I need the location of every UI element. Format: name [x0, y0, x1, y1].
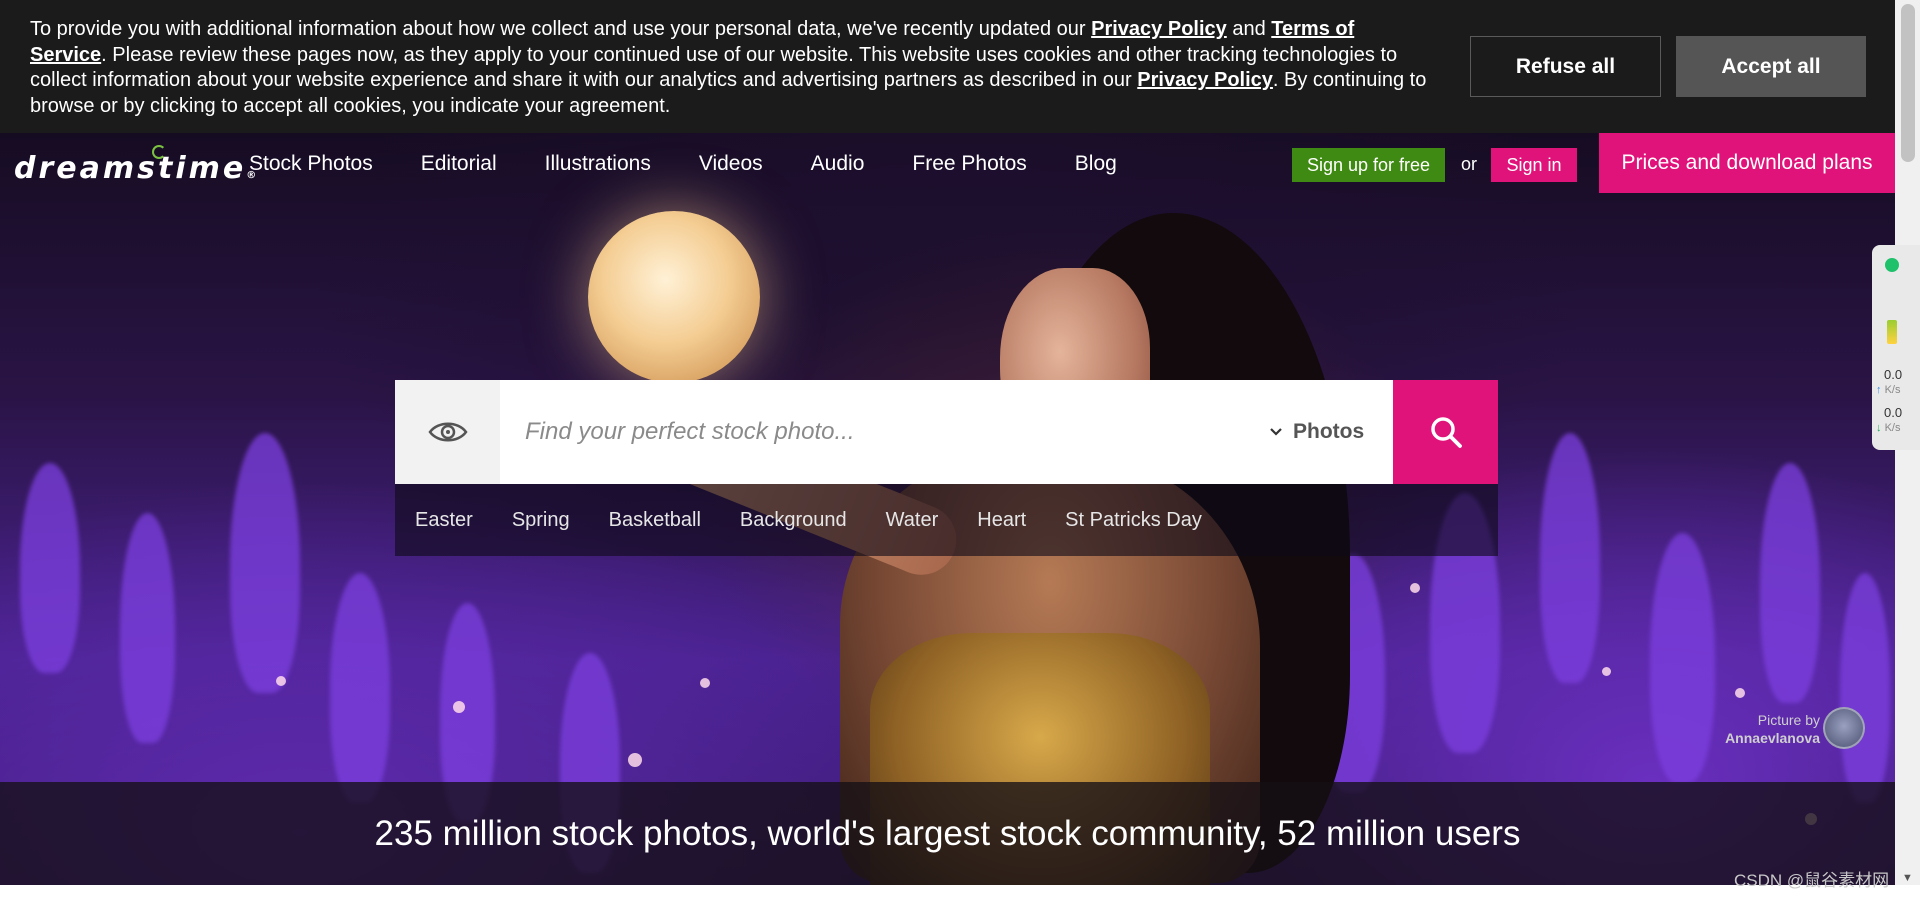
tag-basketball[interactable]: Basketball — [609, 509, 701, 532]
cookie-text-part: and — [1226, 18, 1272, 40]
nav-link-stock-photos[interactable]: Stock Photos — [249, 152, 373, 176]
tag-heart[interactable]: Heart — [977, 509, 1026, 532]
refuse-all-button[interactable]: Refuse all — [1470, 36, 1661, 97]
nav-link-free-photos[interactable]: Free Photos — [912, 152, 1026, 176]
page-bottom-strip — [0, 885, 1920, 898]
lavender-flower — [20, 463, 80, 673]
status-dot-icon — [1885, 258, 1899, 272]
scroll-down-arrow-icon[interactable]: ▼ — [1902, 872, 1913, 884]
upload-speed-unit: ↑ K/s — [1876, 384, 1900, 396]
bokeh-light — [453, 701, 465, 713]
scrollbar-thumb[interactable] — [1901, 4, 1915, 162]
main-navigation: dreamstime® Stock Photos Editorial Illus… — [0, 133, 1895, 195]
cookie-notice-text: To provide you with additional informati… — [30, 17, 1430, 119]
upload-unit-label: K/s — [1884, 384, 1901, 396]
bokeh-light — [1602, 667, 1611, 676]
tag-background[interactable]: Background — [740, 509, 847, 532]
nav-link-illustrations[interactable]: Illustrations — [545, 152, 651, 176]
chevron-down-icon — [1270, 428, 1282, 436]
search-type-select[interactable]: Photos — [1261, 380, 1393, 484]
nav-link-audio[interactable]: Audio — [811, 152, 865, 176]
search-type-label: Photos — [1293, 420, 1365, 443]
privacy-policy-link-2[interactable]: Privacy Policy — [1137, 69, 1273, 91]
bokeh-light — [1735, 688, 1745, 698]
cookie-text-part: To provide you with additional informati… — [30, 18, 1092, 40]
photo-credit: Picture by Annaevlanova — [1690, 711, 1820, 747]
download-speed-unit: ↓ K/s — [1876, 422, 1900, 434]
bokeh-light — [700, 678, 710, 688]
cookie-consent-banner: To provide you with additional informati… — [0, 0, 1895, 133]
visual-search-button[interactable] — [395, 380, 500, 484]
accept-all-button[interactable]: Accept all — [1676, 36, 1866, 97]
search-submit-button[interactable] — [1393, 380, 1498, 484]
nav-link-editorial[interactable]: Editorial — [421, 152, 497, 176]
tag-st-patricks-day[interactable]: St Patricks Day — [1065, 509, 1202, 532]
tag-spring[interactable]: Spring — [512, 509, 570, 532]
photo-credit-label: Picture by — [1757, 712, 1820, 728]
download-speed-value: 0.0 — [1884, 405, 1903, 420]
photo-credit-author[interactable]: Annaevlanova — [1690, 729, 1820, 747]
nav-link-videos[interactable]: Videos — [699, 152, 763, 176]
prices-plans-button[interactable]: Prices and download plans — [1599, 133, 1895, 193]
eye-icon — [427, 422, 468, 442]
usage-bar-icon — [1887, 320, 1897, 344]
lavender-flower — [1540, 433, 1600, 683]
search-input[interactable] — [500, 380, 1261, 484]
nav-link-blog[interactable]: Blog — [1075, 152, 1117, 176]
search-icon — [1430, 417, 1462, 448]
bokeh-light — [1410, 583, 1420, 593]
dreamstime-logo[interactable]: dreamstime® — [14, 145, 256, 186]
upload-arrow-icon: ↑ — [1876, 384, 1882, 396]
lavender-flower — [330, 573, 390, 803]
author-avatar[interactable] — [1823, 707, 1865, 749]
download-arrow-icon: ↓ — [1876, 422, 1882, 434]
search-bar: Photos — [395, 380, 1498, 484]
moon — [588, 211, 760, 383]
tag-water[interactable]: Water — [886, 509, 939, 532]
watermark-text: CSDN @鼠谷素材网 — [1734, 871, 1890, 890]
popular-search-tags: Easter Spring Basketball Background Wate… — [395, 484, 1498, 556]
sign-up-button[interactable]: Sign up for free — [1292, 148, 1445, 182]
bokeh-light — [276, 676, 286, 686]
site-tagline: 235 million stock photos, world's larges… — [0, 782, 1895, 885]
tagline-text: 235 million stock photos, world's larges… — [374, 813, 1521, 853]
or-separator: or — [1461, 154, 1478, 174]
upload-speed-value: 0.0 — [1884, 367, 1903, 382]
logo-swirl-icon — [152, 145, 166, 159]
lavender-flower — [1760, 463, 1820, 703]
tag-easter[interactable]: Easter — [415, 509, 473, 532]
sign-in-button[interactable]: Sign in — [1491, 148, 1577, 182]
logo-text: dreamstime — [14, 151, 247, 186]
lavender-flower — [120, 513, 175, 743]
privacy-policy-link[interactable]: Privacy Policy — [1091, 18, 1227, 40]
lavender-flower — [1840, 573, 1890, 803]
lavender-flower — [230, 433, 300, 693]
nav-links: Stock Photos Editorial Illustrations Vid… — [249, 152, 1165, 176]
download-unit-label: K/s — [1884, 422, 1901, 434]
author-name: Annaevlanova — [1725, 730, 1820, 746]
bokeh-light — [628, 753, 642, 767]
